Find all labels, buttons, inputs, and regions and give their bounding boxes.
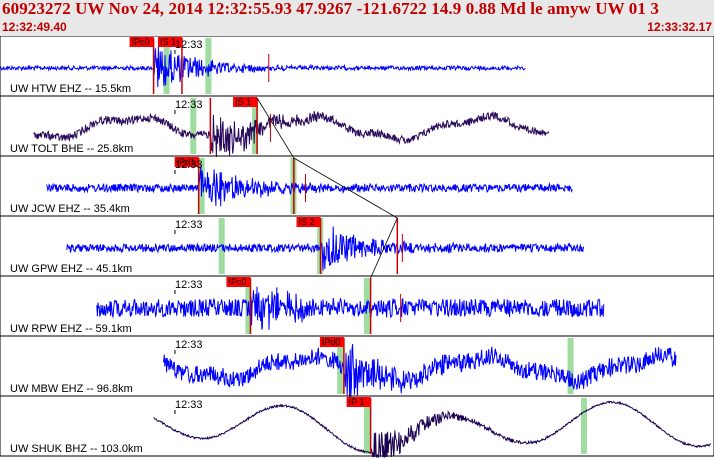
time-tick-label: 12:33: [175, 279, 203, 291]
time-tick-label: 12:33: [175, 339, 203, 351]
s-pick-label: IS 1: [160, 37, 176, 47]
seismogram-panel: IPc0 IS 112:33UW HTW EHZ -- 15.5kmIS 112:…: [0, 36, 714, 458]
station-label: UW TOLT BHE -- 25.8km: [10, 143, 133, 155]
time-tick-label: 12:33: [175, 99, 203, 111]
event-header: 60923272 UW Nov 24, 2014 12:32:55.93 47.…: [0, 0, 714, 36]
analysis-window: [580, 398, 587, 454]
station-label: UW RPW EHZ -- 59.1km: [10, 323, 132, 335]
station-label: UW HTW EHZ -- 15.5km: [10, 83, 131, 95]
time-tick-label: 12:33: [175, 219, 203, 231]
waveform: [163, 344, 677, 398]
end-time-label: 12:33:32.17: [647, 20, 712, 34]
p-pick-label: IPc0: [132, 37, 150, 47]
time-tick-label: 12:33: [175, 39, 203, 51]
p-pick-label: IP 1: [349, 397, 365, 407]
time-tick-label: 12:33: [175, 399, 203, 411]
p-pick-label: IPd0: [322, 337, 341, 347]
station-label: UW MBW EHZ -- 96.8km: [10, 383, 133, 395]
waveform: [46, 165, 573, 207]
waveform: [0, 45, 526, 88]
station-label: UW SHUK BHZ -- 103.0km: [10, 443, 143, 455]
waveform: [66, 226, 585, 271]
start-time-label: 12:32:49.40: [2, 20, 67, 34]
station-label: UW JCW EHZ -- 35.4km: [10, 203, 130, 215]
s-pick-label: IS 1: [235, 97, 251, 107]
p-pick-label: IPc0: [228, 277, 246, 287]
p-pick-label: IS 2: [299, 217, 315, 227]
waveform: [153, 400, 712, 458]
event-title: 60923272 UW Nov 24, 2014 12:32:55.93 47.…: [2, 0, 659, 18]
station-label: UW GPW EHZ -- 45.1km: [10, 263, 132, 275]
waveform: [96, 286, 605, 330]
time-tick-label: 12:33: [175, 159, 203, 171]
